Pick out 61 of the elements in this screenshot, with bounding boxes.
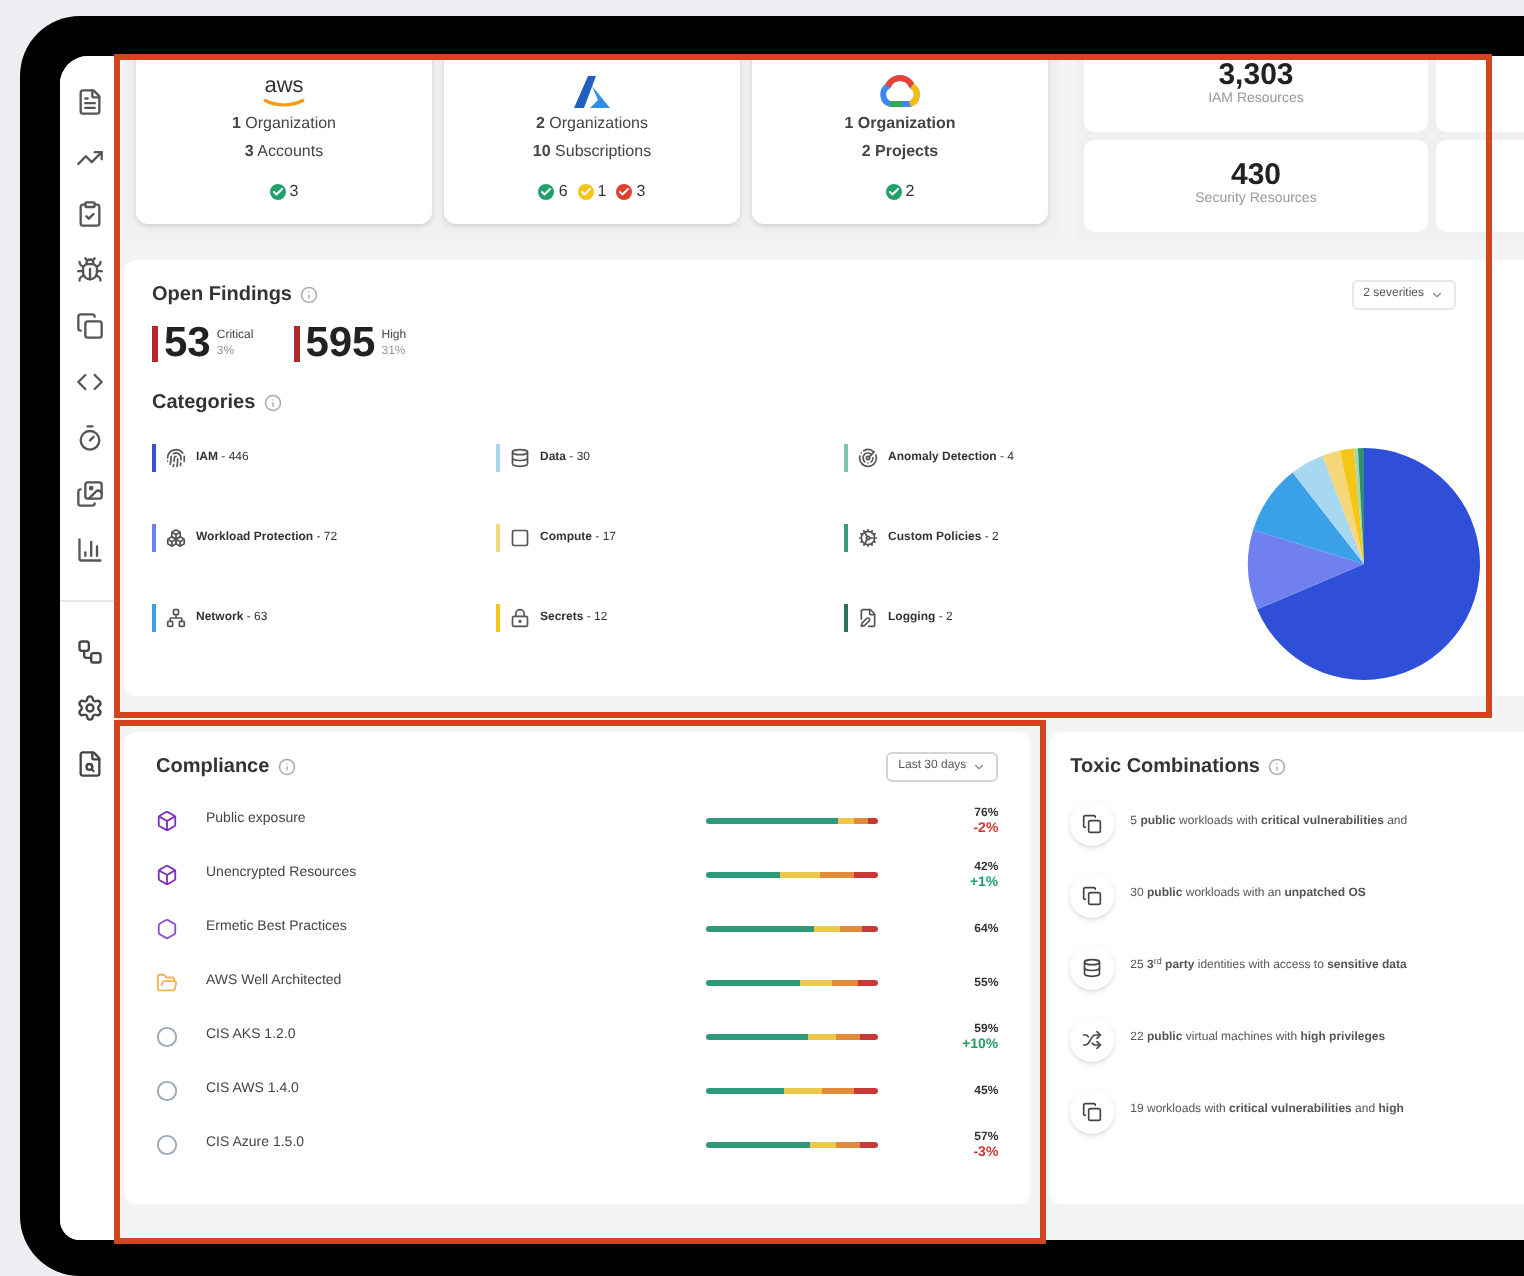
hierarchy-icon[interactable] [75,638,103,666]
status-count: 6 [558,180,568,204]
boxes-icon [166,528,186,548]
status-count: 3 [636,180,646,204]
copy-icon [1082,885,1103,905]
bug-icon[interactable] [75,256,103,284]
database-icon [1082,957,1103,977]
section-title: Categories [152,390,256,418]
status-count: 2 [905,180,915,204]
box-icon [156,810,178,832]
account-summary: 1 Organization [231,112,337,136]
severity-count: 53 [164,322,211,364]
account-summary: 2 Organizations [535,112,649,136]
lock-icon [510,608,530,628]
file-edit-icon [858,608,878,628]
azure-logo [574,76,610,108]
timer-icon[interactable] [75,424,103,452]
caret-icon [972,760,987,774]
fingerprint-icon [166,448,186,468]
circle-icon [156,1134,178,1156]
report-icon[interactable] [75,750,103,778]
account-summary: 3 Accounts [244,140,324,164]
cloud-card[interactable]: aws 1 Organization 3 Accounts 3 [136,56,432,224]
account-summary: 1 Organization [844,112,956,136]
severity-count: 595 [305,322,376,364]
bar-chart-icon[interactable] [75,536,103,564]
panel-title: Open Findings [152,282,292,310]
cloud-logo [878,74,922,108]
copy-icon [1082,1101,1103,1121]
status-count: 3 [289,180,299,204]
aws-logo: aws [262,76,306,108]
panel-title: Compliance [156,754,270,782]
panel-title: Toxic Combinations [1070,754,1260,782]
cloud-card[interactable]: 2 Organizations 10 Subscriptions 6 1 3 [444,56,740,224]
images-icon[interactable] [75,480,103,508]
code-icon[interactable] [75,368,103,396]
account-summary: 10 Subscriptions [532,140,652,164]
copy-icon [1082,813,1103,833]
account-summary: 2 Projects [861,140,939,164]
circle-icon [156,1080,178,1102]
checklist-icon[interactable] [75,200,103,228]
radar-icon [858,448,878,468]
resource-count: 430 [1230,160,1282,191]
settings-icon[interactable] [75,694,103,722]
shuffle-icon [1082,1029,1103,1049]
severity-bar [293,325,300,361]
folder-icon [156,972,178,994]
box-icon [156,864,178,886]
resource-count: 3,303 [1218,60,1294,91]
hexagon-icon [156,918,178,940]
circle-icon [156,1026,178,1048]
severity-bar [152,325,158,361]
caret-icon [1430,288,1444,302]
cog-icon [858,528,878,548]
cloud-card[interactable]: 1 Organization 2 Projects 2 [752,56,1048,224]
copy-icon[interactable] [75,312,103,340]
status-count: 1 [597,180,607,204]
network-icon [166,608,186,628]
document-icon[interactable] [75,88,103,116]
square-icon [510,528,530,548]
database-icon [510,448,530,468]
